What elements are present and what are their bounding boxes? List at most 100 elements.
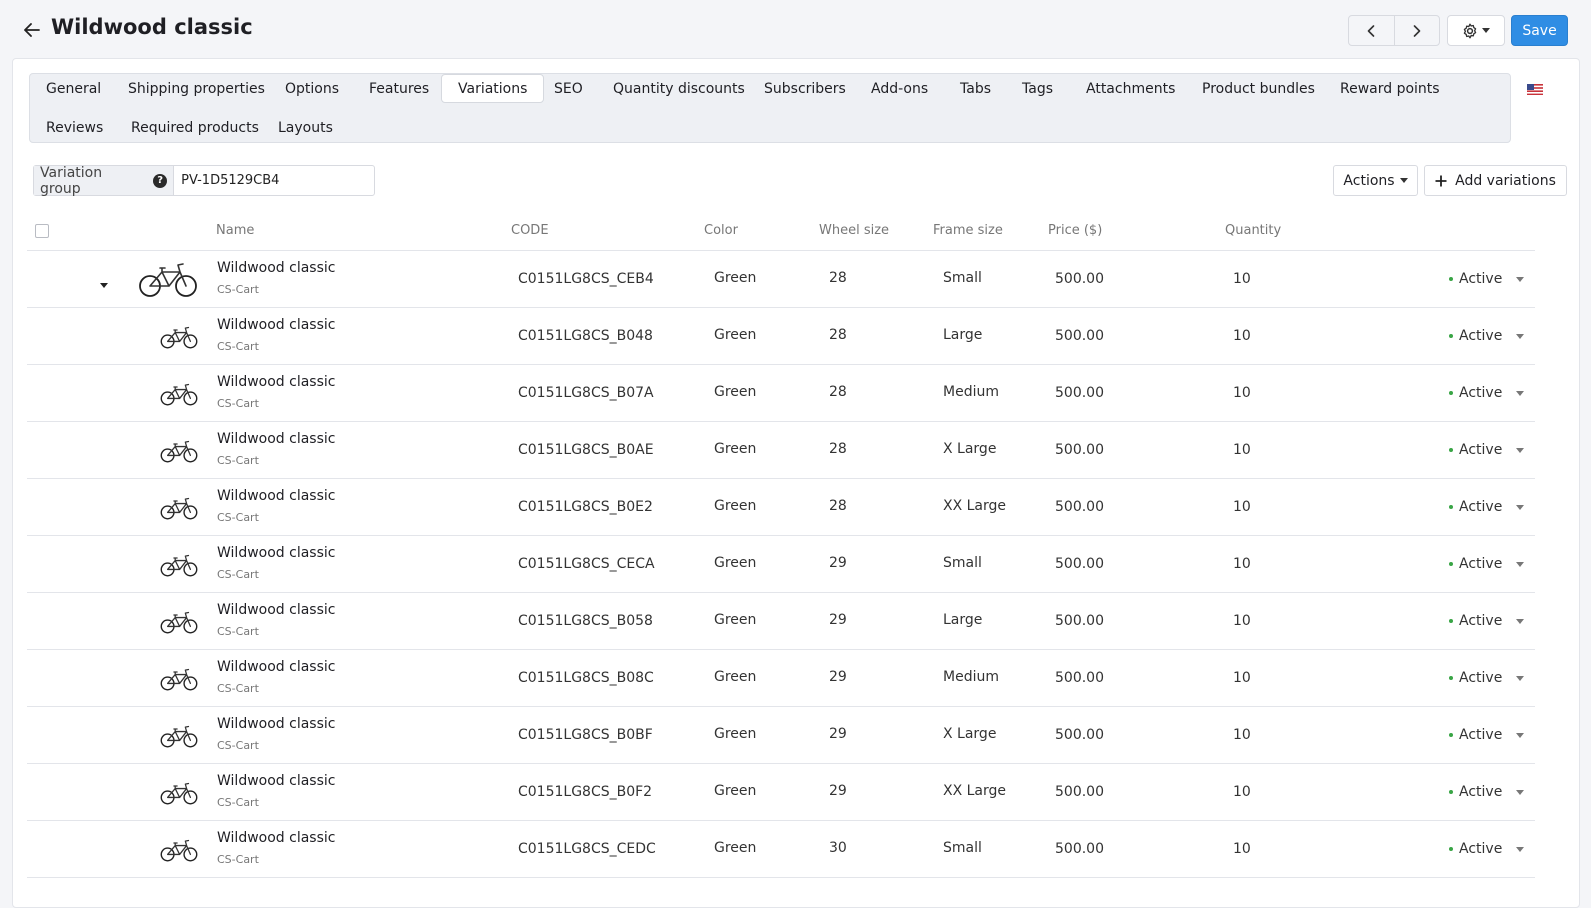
bicycle-thumbnail-image[interactable] bbox=[160, 495, 198, 525]
tab-reward-points[interactable]: Reward points bbox=[1324, 74, 1456, 103]
product-name-link[interactable]: Wildwood classic bbox=[217, 431, 335, 447]
status-dropdown[interactable]: Active bbox=[1449, 613, 1525, 629]
quantity-value[interactable]: 10 bbox=[1233, 385, 1251, 401]
tab-variations[interactable]: Variations bbox=[441, 74, 545, 103]
bicycle-thumbnail-image[interactable] bbox=[160, 837, 198, 867]
product-name-link[interactable]: Wildwood classic bbox=[217, 317, 335, 333]
bicycle-thumbnail-image[interactable] bbox=[138, 259, 198, 303]
quantity-value[interactable]: 10 bbox=[1233, 328, 1251, 344]
bicycle-thumbnail-image[interactable] bbox=[160, 324, 198, 354]
tab-add-ons[interactable]: Add-ons bbox=[855, 74, 944, 103]
status-dropdown[interactable]: Active bbox=[1449, 727, 1525, 743]
product-name-link[interactable]: Wildwood classic bbox=[217, 830, 335, 846]
caret-down-icon bbox=[1516, 447, 1525, 453]
collapse-caret-icon[interactable] bbox=[100, 276, 108, 292]
caret-down-icon bbox=[1516, 504, 1525, 510]
tab-tabs[interactable]: Tabs bbox=[944, 74, 1007, 103]
product-code: C0151LG8CS_B0AE bbox=[518, 442, 654, 458]
save-button[interactable]: Save bbox=[1511, 15, 1568, 46]
bicycle-thumbnail-image[interactable] bbox=[160, 723, 198, 753]
bicycle-thumbnail-image[interactable] bbox=[160, 438, 198, 468]
variation-group-input[interactable] bbox=[174, 166, 374, 195]
product-name-link[interactable]: Wildwood classic bbox=[217, 659, 335, 675]
tab-reviews[interactable]: Reviews bbox=[30, 113, 119, 142]
column-header-code[interactable]: CODE bbox=[511, 223, 549, 238]
product-name-link[interactable]: Wildwood classic bbox=[217, 374, 335, 390]
price-value[interactable]: 500.00 bbox=[1055, 499, 1104, 515]
tab-features[interactable]: Features bbox=[353, 74, 445, 103]
bicycle-thumbnail-image[interactable] bbox=[160, 381, 198, 411]
quantity-value[interactable]: 10 bbox=[1233, 841, 1251, 857]
tab-quantity-discounts[interactable]: Quantity discounts bbox=[597, 74, 761, 103]
status-dropdown[interactable]: Active bbox=[1449, 784, 1525, 800]
plus-icon bbox=[1435, 175, 1447, 186]
bicycle-thumbnail-image[interactable] bbox=[160, 780, 198, 810]
back-arrow-icon[interactable] bbox=[20, 18, 44, 42]
status-dropdown[interactable]: Active bbox=[1449, 556, 1525, 572]
tab-subscribers[interactable]: Subscribers bbox=[748, 74, 862, 103]
tab-required-products[interactable]: Required products bbox=[115, 113, 275, 142]
status-dropdown[interactable]: Active bbox=[1449, 499, 1525, 515]
product-name-link[interactable]: Wildwood classic bbox=[217, 260, 335, 276]
status-dropdown[interactable]: Active bbox=[1449, 385, 1525, 401]
status-dropdown[interactable]: Active bbox=[1449, 670, 1525, 686]
quantity-value[interactable]: 10 bbox=[1233, 556, 1251, 572]
frame-size-value: Small bbox=[943, 840, 982, 856]
product-name-link[interactable]: Wildwood classic bbox=[217, 773, 335, 789]
tab-options[interactable]: Options bbox=[269, 74, 355, 103]
price-value[interactable]: 500.00 bbox=[1055, 328, 1104, 344]
quantity-value[interactable]: 10 bbox=[1233, 670, 1251, 686]
bicycle-thumbnail-image[interactable] bbox=[160, 666, 198, 696]
tab-product-bundles[interactable]: Product bundles bbox=[1186, 74, 1331, 103]
add-variations-button[interactable]: Add variations bbox=[1424, 165, 1567, 196]
price-value[interactable]: 500.00 bbox=[1055, 442, 1104, 458]
price-value[interactable]: 500.00 bbox=[1055, 841, 1104, 857]
product-code: C0151LG8CS_B0E2 bbox=[518, 499, 653, 515]
tab-shipping-properties[interactable]: Shipping properties bbox=[112, 74, 281, 103]
tab-attachments[interactable]: Attachments bbox=[1070, 74, 1191, 103]
price-value[interactable]: 500.00 bbox=[1055, 613, 1104, 629]
quantity-value[interactable]: 10 bbox=[1233, 613, 1251, 629]
quantity-value[interactable]: 10 bbox=[1233, 442, 1251, 458]
previous-product-button[interactable] bbox=[1349, 16, 1394, 45]
tab-tags[interactable]: Tags bbox=[1006, 74, 1069, 103]
price-value[interactable]: 500.00 bbox=[1055, 271, 1104, 287]
status-dropdown[interactable]: Active bbox=[1449, 442, 1525, 458]
bicycle-thumbnail-image[interactable] bbox=[160, 552, 198, 582]
column-header-price[interactable]: Price ($) bbox=[1048, 223, 1102, 238]
product-name-link[interactable]: Wildwood classic bbox=[217, 545, 335, 561]
actions-dropdown-button[interactable]: Actions bbox=[1333, 165, 1418, 196]
product-name-link[interactable]: Wildwood classic bbox=[217, 488, 335, 504]
next-product-button[interactable] bbox=[1393, 16, 1439, 45]
us-flag-icon[interactable] bbox=[1527, 83, 1543, 95]
price-value[interactable]: 500.00 bbox=[1055, 727, 1104, 743]
frame-size-value: Small bbox=[943, 270, 982, 286]
caret-down-icon bbox=[1482, 28, 1490, 33]
status-dropdown[interactable]: Active bbox=[1449, 328, 1525, 344]
select-all-checkbox[interactable] bbox=[35, 224, 49, 238]
tab-seo[interactable]: SEO bbox=[538, 74, 599, 103]
question-icon[interactable]: ? bbox=[153, 173, 168, 188]
tab-general[interactable]: General bbox=[30, 74, 117, 103]
frame-size-value: X Large bbox=[943, 726, 997, 742]
bicycle-thumbnail-image[interactable] bbox=[160, 609, 198, 639]
status-dropdown[interactable]: Active bbox=[1449, 841, 1525, 857]
wheel-size-value: 29 bbox=[829, 555, 847, 571]
price-value[interactable]: 500.00 bbox=[1055, 670, 1104, 686]
product-name-link[interactable]: Wildwood classic bbox=[217, 602, 335, 618]
quantity-value[interactable]: 10 bbox=[1233, 271, 1251, 287]
frame-size-value: Small bbox=[943, 555, 982, 571]
column-header-name[interactable]: Name bbox=[216, 223, 254, 238]
quantity-value[interactable]: 10 bbox=[1233, 784, 1251, 800]
product-code: C0151LG8CS_B048 bbox=[518, 328, 653, 344]
tab-layouts[interactable]: Layouts bbox=[262, 113, 349, 142]
status-dropdown[interactable]: Active bbox=[1449, 271, 1525, 287]
price-value[interactable]: 500.00 bbox=[1055, 385, 1104, 401]
quantity-value[interactable]: 10 bbox=[1233, 499, 1251, 515]
settings-dropdown-button[interactable] bbox=[1447, 15, 1505, 46]
price-value[interactable]: 500.00 bbox=[1055, 556, 1104, 572]
product-name-link[interactable]: Wildwood classic bbox=[217, 716, 335, 732]
column-header-quantity[interactable]: Quantity bbox=[1225, 223, 1281, 238]
price-value[interactable]: 500.00 bbox=[1055, 784, 1104, 800]
quantity-value[interactable]: 10 bbox=[1233, 727, 1251, 743]
